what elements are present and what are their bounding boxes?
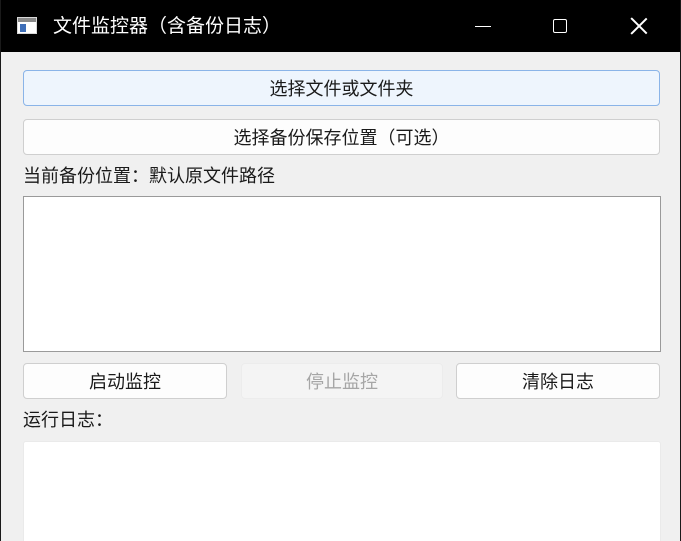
main-window: 文件监控器（含备份日志） 选择文件或文件夹 选择备份保存位置（可选） 当前备份位… [0, 0, 681, 541]
select-backup-location-button[interactable]: 选择备份保存位置（可选） [23, 119, 660, 155]
stop-monitor-button: 停止监控 [241, 363, 443, 399]
window-title: 文件监控器（含备份日志） [53, 15, 282, 37]
maximize-button[interactable] [520, 0, 600, 52]
close-icon [630, 17, 648, 35]
start-monitor-button[interactable]: 启动监控 [23, 363, 227, 399]
close-button[interactable] [599, 0, 679, 52]
run-log-label: 运行日志： [23, 410, 113, 431]
run-log-textarea[interactable] [23, 441, 661, 541]
select-files-button[interactable]: 选择文件或文件夹 [23, 70, 660, 106]
monitored-files-list[interactable] [23, 196, 661, 352]
current-backup-location-label: 当前备份位置：默认原文件路径 [23, 166, 275, 187]
app-window-icon [17, 17, 37, 34]
minimize-icon [475, 25, 491, 27]
minimize-button[interactable] [443, 0, 523, 52]
title-bar[interactable]: 文件监控器（含备份日志） [1, 0, 680, 52]
clear-log-button[interactable]: 清除日志 [456, 363, 660, 399]
maximize-icon [553, 19, 567, 33]
